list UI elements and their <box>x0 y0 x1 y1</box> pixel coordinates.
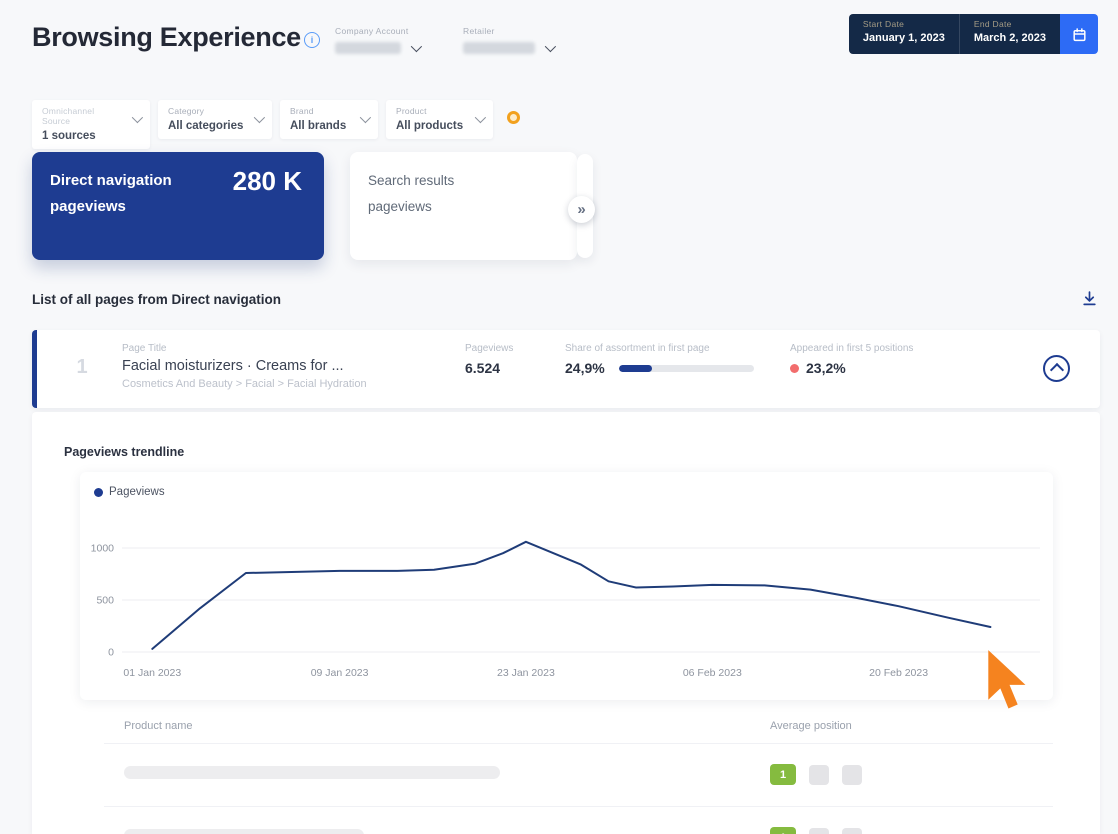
chevron-down-icon <box>474 111 487 124</box>
product-row[interactable]: 1 <box>104 806 1053 834</box>
appeared-label: Appeared in first 5 positions <box>790 343 914 354</box>
filter-label: Brand <box>290 106 314 116</box>
pageviews-value: 6.524 <box>465 360 501 376</box>
calendar-button[interactable] <box>1060 14 1098 54</box>
page-list-row[interactable]: 1 Page Title Facial moisturizers · Cream… <box>32 330 1100 408</box>
metric-cards-row: Direct navigation pageviews 280 K Search… <box>0 152 1118 264</box>
share-column: Share of assortment in first page 24,9% <box>565 343 754 376</box>
browsing-experience-page: Browsing Experience i Company Account Re… <box>0 0 1118 834</box>
row-index: 1 <box>76 356 88 378</box>
legend-label: Pageviews <box>109 486 165 498</box>
row-accent-bar <box>32 330 37 408</box>
page-title: Browsing Experience <box>32 22 301 52</box>
breadcrumb: Cosmetics And Beauty > Facial > Facial H… <box>122 378 367 390</box>
retailer-selector[interactable]: Retailer <box>463 26 557 54</box>
product-row[interactable]: 1 <box>104 743 1053 806</box>
pageviews-column: Pageviews 6.524 <box>465 343 513 376</box>
pageviews-trend-chart: 0 500 1000 01 Jan 2023 09 Jan 2023 23 Jan 202… <box>91 540 1040 679</box>
filters-row: Omnichannel Source 1 sources Category Al… <box>32 100 520 149</box>
filter-label: Category <box>168 106 205 116</box>
calendar-icon <box>1072 27 1086 41</box>
appeared-value: 23,2% <box>806 360 846 376</box>
end-date-field[interactable]: End Date March 2, 2023 <box>958 14 1060 54</box>
date-range-picker: Start Date January 1, 2023 End Date Marc… <box>848 14 1098 54</box>
product-position-table: Product name Average position 1 1 <box>80 712 1053 834</box>
pageviews-label: Pageviews <box>465 343 514 354</box>
filter-label: Omnichannel Source <box>42 106 95 126</box>
position-cell-empty <box>842 827 862 834</box>
svg-text:23 Jan 2023: 23 Jan 2023 <box>497 667 555 679</box>
filter-value: 1 sources <box>42 130 96 142</box>
end-date-value: March 2, 2023 <box>973 32 1046 44</box>
position-cell-empty <box>809 764 829 785</box>
carousel-next-button[interactable]: » <box>568 196 595 223</box>
filter-omnichannel-source[interactable]: Omnichannel Source 1 sources <box>32 100 150 149</box>
chevron-down-icon <box>544 40 557 53</box>
filter-category[interactable]: Category All categories <box>158 100 272 139</box>
list-section-title: List of all pages from Direct navigation <box>32 292 282 307</box>
position-cell-empty <box>842 764 862 785</box>
share-progress-bar <box>618 364 754 372</box>
company-account-selector[interactable]: Company Account <box>335 26 423 54</box>
chevron-down-icon <box>410 40 423 53</box>
chevron-down-icon <box>131 111 144 124</box>
svg-text:1000: 1000 <box>91 543 115 555</box>
trendline-title: Pageviews trendline <box>64 445 185 459</box>
start-date-label: Start Date <box>862 19 905 29</box>
download-icon[interactable] <box>1081 290 1098 312</box>
column-header-product-name: Product name <box>124 720 193 732</box>
position-cell-empty <box>809 827 829 834</box>
row-detail-panel: Pageviews trendline Pageviews 0 500 1000 01… <box>32 412 1100 834</box>
appeared-column: Appeared in first 5 positions 23,2% <box>790 343 913 376</box>
pageviews-trend-chart-card: Pageviews 0 500 1000 01 Jan 2023 09 Jan 2023… <box>80 472 1053 700</box>
svg-text:20 Feb 2023: 20 Feb 2023 <box>869 667 928 679</box>
page-title-label: Page Title <box>122 343 167 354</box>
retailer-value-redacted <box>463 42 535 54</box>
filter-value: All products <box>396 120 464 132</box>
search-results-pageviews-card[interactable]: Search results pageviews <box>350 152 577 260</box>
status-indicator-icon <box>507 110 520 124</box>
svg-text:500: 500 <box>96 595 114 607</box>
page-title-column: Page Title Facial moisturizers · Creams … <box>122 343 367 390</box>
company-account-label: Company Account <box>335 26 409 36</box>
share-label: Share of assortment in first page <box>565 343 710 354</box>
position-badge: 1 <box>770 764 796 785</box>
share-value: 24,9% <box>565 360 605 376</box>
card-title: Direct navigation pageviews <box>50 172 172 215</box>
page-title-value: Facial moisturizers · Creams for ... <box>122 358 344 374</box>
filter-label: Product <box>396 106 427 116</box>
product-name-redacted <box>124 765 770 784</box>
info-icon[interactable]: i <box>304 32 320 48</box>
red-status-dot-icon <box>790 363 799 373</box>
svg-text:09 Jan 2023: 09 Jan 2023 <box>311 667 369 679</box>
card-title: Search results pageviews <box>368 173 455 214</box>
card-value: 280 K <box>232 166 302 196</box>
chevron-up-icon <box>1049 362 1064 378</box>
filter-brand[interactable]: Brand All brands <box>280 100 378 139</box>
start-date-field[interactable]: Start Date January 1, 2023 <box>848 14 959 54</box>
svg-text:0: 0 <box>108 647 114 659</box>
table-header: Product name Average position <box>104 712 1053 743</box>
svg-text:01 Jan 2023: 01 Jan 2023 <box>123 667 181 679</box>
filter-product[interactable]: Product All products <box>386 100 493 139</box>
end-date-label: End Date <box>973 19 1012 29</box>
position-badge: 1 <box>770 827 796 834</box>
legend-dot-icon <box>94 487 103 497</box>
column-header-average-position: Average position <box>770 720 852 732</box>
svg-text:06 Feb 2023: 06 Feb 2023 <box>683 667 742 679</box>
filter-value: All categories <box>168 120 244 132</box>
share-progress-fill <box>618 364 653 372</box>
chevron-down-icon <box>253 111 266 124</box>
average-position-cells: 1 <box>770 764 862 785</box>
chart-legend: Pageviews <box>94 486 165 498</box>
product-name-redacted <box>124 828 770 834</box>
direct-navigation-pageviews-card[interactable]: Direct navigation pageviews 280 K <box>32 152 324 260</box>
average-position-cells: 1 <box>770 827 862 834</box>
chevron-down-icon <box>359 111 372 124</box>
company-account-value-redacted <box>335 42 401 54</box>
collapse-row-button[interactable] <box>1043 355 1070 382</box>
start-date-value: January 1, 2023 <box>862 32 945 44</box>
retailer-label: Retailer <box>463 26 495 36</box>
filter-value: All brands <box>290 120 347 132</box>
